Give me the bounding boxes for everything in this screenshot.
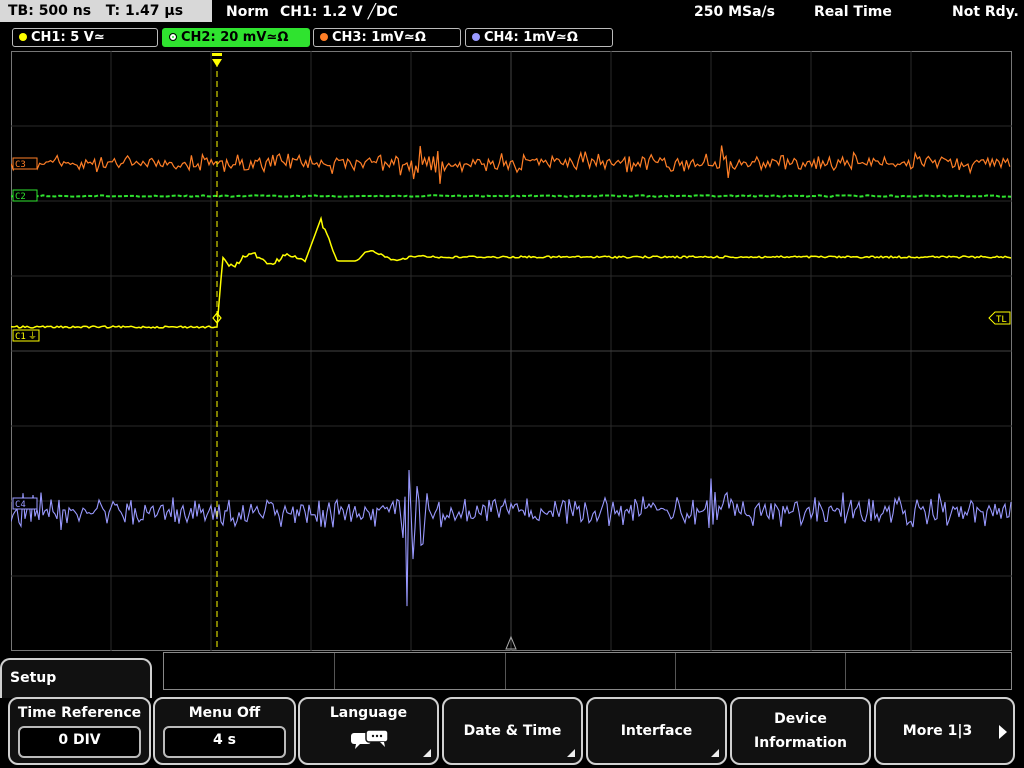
ch1-color-dot xyxy=(19,32,27,41)
info-strip xyxy=(163,652,1012,690)
ch3-marker-label: C3 xyxy=(15,160,26,170)
timebase-display[interactable]: TB: 500 ns T: 1.47 µs xyxy=(0,0,212,22)
ch3-offset-marker[interactable]: C3 xyxy=(12,157,38,170)
channel-tab-ch2[interactable]: CH2: 20 mV≃Ω xyxy=(162,28,310,47)
menu-title: Setup xyxy=(10,670,57,686)
ch3-color-dot xyxy=(320,32,328,41)
ready-state: Not Rdy. xyxy=(952,4,1019,20)
device-information-softkey[interactable]: Device Information xyxy=(730,697,871,765)
sample-rate: 250 MSa/s xyxy=(694,4,776,20)
ch4-color-dot xyxy=(472,32,480,41)
date-time-label: Date & Time xyxy=(463,723,562,739)
corner-arrow-icon xyxy=(423,749,431,757)
ch2-marker-label: C2 xyxy=(15,192,26,202)
speech-bubble-icon xyxy=(351,729,389,749)
trigger-time-value: T: 1.47 µs xyxy=(105,3,184,19)
ch3-waveform xyxy=(11,145,1011,184)
corner-arrow-icon xyxy=(711,749,719,757)
language-label: Language xyxy=(329,705,408,721)
waveform-svg: C3 C2 C1 ⏚ C4 TL xyxy=(11,51,1012,651)
channel-tab-ch4[interactable]: CH4: 1mV≃Ω xyxy=(465,28,613,47)
interface-label: Interface xyxy=(620,723,693,739)
device-info-label-1: Device xyxy=(774,711,827,727)
acquisition-mode: Real Time xyxy=(814,4,892,20)
menu-off-value[interactable]: 4 s xyxy=(163,726,286,758)
language-softkey[interactable]: Language xyxy=(298,697,439,765)
menu-off-label: Menu Off xyxy=(188,705,261,721)
right-arrow-icon xyxy=(999,725,1007,739)
device-info-label-2: Information xyxy=(754,735,847,751)
trigger-setting[interactable]: CH1: 1.2 V ╱DC xyxy=(280,0,398,24)
more-softkey[interactable]: More 1|3 xyxy=(874,697,1015,765)
trigger-level-label: TL xyxy=(996,315,1007,325)
corner-arrow-icon xyxy=(567,749,575,757)
ch4-offset-marker[interactable]: C4 xyxy=(12,497,38,510)
ch3-label: CH3: 1mV≃Ω xyxy=(332,30,426,45)
interface-softkey[interactable]: Interface xyxy=(586,697,727,765)
status-bar: TB: 500 ns T: 1.47 µs Norm CH1: 1.2 V ╱D… xyxy=(0,0,1024,24)
channel-tab-ch1[interactable]: CH1: 5 V≃ xyxy=(12,28,158,47)
more-label: More 1|3 xyxy=(902,723,973,739)
time-reference-label: Time Reference xyxy=(17,705,142,721)
trigger-level-marker[interactable]: TL xyxy=(988,311,1011,325)
ch4-label: CH4: 1mV≃Ω xyxy=(484,30,578,45)
ch1-marker-label: C1 xyxy=(15,332,26,342)
date-time-softkey[interactable]: Date & Time xyxy=(442,697,583,765)
menu-title-tab: Setup xyxy=(0,658,152,698)
time-reference-softkey[interactable]: Time Reference 0 DIV xyxy=(8,697,151,765)
ground-symbol-icon: ⏚ xyxy=(28,331,37,342)
timebase-value: TB: 500 ns xyxy=(8,3,92,19)
ch4-marker-label: C4 xyxy=(15,500,26,510)
ch2-offset-marker[interactable]: C2 xyxy=(12,189,38,202)
ch1-label: CH1: 5 V≃ xyxy=(31,30,105,45)
channel-tab-ch3[interactable]: CH3: 1mV≃Ω xyxy=(313,28,461,47)
ch2-color-dot xyxy=(169,32,177,41)
waveform-display[interactable]: C3 C2 C1 ⏚ C4 TL xyxy=(11,51,1012,651)
trigger-marker-icon[interactable] xyxy=(212,53,222,67)
menu-off-softkey[interactable]: Menu Off 4 s xyxy=(153,697,296,765)
ch2-label: CH2: 20 mV≃Ω xyxy=(181,30,289,45)
graticule-grid xyxy=(11,51,1012,651)
time-reference-value[interactable]: 0 DIV xyxy=(18,726,141,758)
trigger-mode[interactable]: Norm xyxy=(226,0,269,24)
ch1-offset-marker[interactable]: C1 ⏚ xyxy=(12,329,40,342)
